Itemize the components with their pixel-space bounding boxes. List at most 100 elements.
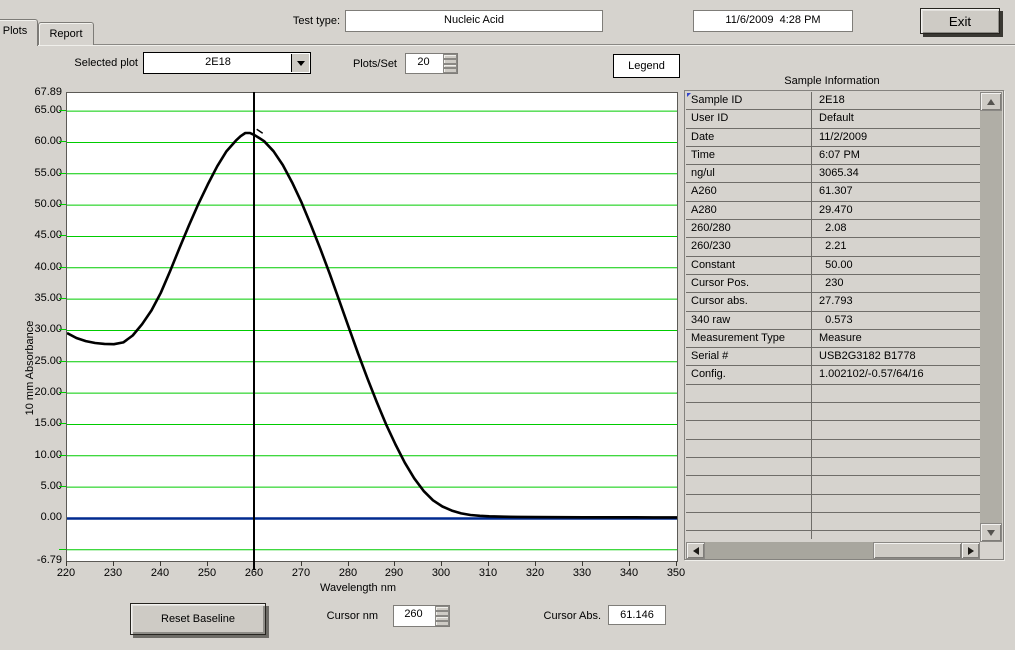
sample-info-value: 6:07 PM xyxy=(819,148,860,161)
tab-plots[interactable]: Plots xyxy=(0,19,38,46)
table-row xyxy=(686,457,980,477)
spectrum-curve xyxy=(66,131,677,519)
sample-info-label: Sample ID xyxy=(686,92,812,110)
y-tick-mark xyxy=(59,110,66,111)
x-tick-mark xyxy=(301,561,302,566)
scroll-up-button[interactable] xyxy=(980,92,1002,111)
spin-down-icon xyxy=(444,67,456,70)
sample-info-value: USB2G3182 B1778 xyxy=(819,350,916,363)
table-row xyxy=(686,476,980,495)
table-row xyxy=(686,384,980,404)
cursor-marker-icon xyxy=(256,128,264,134)
sample-info-label: Date xyxy=(686,128,812,146)
spin-down-button[interactable] xyxy=(435,616,449,626)
spin-down-button[interactable] xyxy=(443,63,457,73)
vertical-scrollbar[interactable] xyxy=(980,92,1002,542)
sample-info-label xyxy=(686,403,812,421)
scroll-right-button[interactable] xyxy=(961,542,980,559)
table-row: Constant 50.00 xyxy=(686,256,980,275)
y-tick-label: 45.00 xyxy=(34,229,62,241)
scroll-up-icon xyxy=(987,98,995,105)
y-tick-mark xyxy=(59,361,66,362)
x-tick-label: 240 xyxy=(150,567,170,579)
legend-button[interactable]: Legend xyxy=(613,54,680,78)
plot-canvas[interactable] xyxy=(66,92,678,562)
dropdown-arrow-button[interactable] xyxy=(291,54,309,72)
selected-plot-value: 2E18 xyxy=(205,56,231,68)
sample-info-rows: Sample ID 2E18 User ID Default Date 11/2/2009… xyxy=(686,92,980,539)
sample-info-value: 3065.34 xyxy=(819,167,859,180)
y-tick-label: 20.00 xyxy=(34,386,62,398)
y-tick-label: 0.00 xyxy=(40,511,62,523)
table-row xyxy=(686,439,980,458)
table-row xyxy=(686,531,980,539)
y-tick-label: 35.00 xyxy=(34,292,62,304)
table-row: Measurement Type Measure xyxy=(686,329,980,349)
x-tick-label: 280 xyxy=(338,567,358,579)
y-tick-mark xyxy=(59,486,66,487)
scroll-left-button[interactable] xyxy=(686,542,705,559)
table-row xyxy=(686,494,980,513)
scroll-down-button[interactable] xyxy=(980,523,1002,542)
table-row: ng/ul 3065.34 xyxy=(686,165,980,184)
selected-plot-label: Selected plot xyxy=(74,57,138,69)
x-tick-label: 340 xyxy=(619,567,639,579)
y-tick-label: -6.79 xyxy=(36,554,62,566)
y-tick-label: 25.00 xyxy=(34,355,62,367)
y-tick-mark xyxy=(59,173,66,174)
y-tick-mark xyxy=(59,141,66,142)
x-tick-label: 330 xyxy=(572,567,592,579)
table-row: Time 6:07 PM xyxy=(686,146,980,166)
horizontal-scrollbar[interactable] xyxy=(686,542,980,559)
sample-info-label xyxy=(686,494,812,512)
scroll-left-icon xyxy=(692,546,699,555)
sample-info-value xyxy=(812,495,980,512)
x-tick-mark xyxy=(582,561,583,566)
table-row xyxy=(686,403,980,422)
table-row xyxy=(686,512,980,532)
sample-info-value: 27.793 xyxy=(819,295,853,308)
y-tick-mark xyxy=(59,423,66,424)
datetime-field: 11/6/2009 4:28 PM xyxy=(693,10,853,32)
reset-baseline-button[interactable]: Reset Baseline xyxy=(130,603,266,635)
tab-plots-label: Plots xyxy=(2,25,28,37)
x-tick-mark xyxy=(207,561,208,566)
y-tick-mark xyxy=(59,455,66,456)
y-tick-label: 30.00 xyxy=(34,323,62,335)
spin-up-button[interactable] xyxy=(435,606,449,616)
horizontal-scroll-thumb[interactable] xyxy=(873,542,962,559)
sample-info-label: User ID xyxy=(686,110,812,128)
tab-report[interactable]: Report xyxy=(38,22,94,45)
y-tick-label: 40.00 xyxy=(34,261,62,273)
x-tick-label: 310 xyxy=(478,567,498,579)
plots-per-set-spinner[interactable]: 20 xyxy=(405,53,458,74)
x-tick-mark xyxy=(66,561,67,566)
selected-plot-dropdown[interactable]: 2E18 xyxy=(143,52,311,74)
x-tick-label: 320 xyxy=(525,567,545,579)
sample-info-label: 260/230 xyxy=(686,238,812,256)
sample-info-value: 2.21 xyxy=(819,240,847,253)
table-row: A280 29.470 xyxy=(686,201,980,221)
table-row xyxy=(686,421,980,440)
y-tick-label: 60.00 xyxy=(34,135,62,147)
sample-info-label xyxy=(686,476,812,494)
spin-up-button[interactable] xyxy=(443,54,457,64)
cursor-line[interactable] xyxy=(252,92,255,570)
cell-selection-icon xyxy=(687,93,691,97)
sample-info-label xyxy=(686,531,812,539)
sample-info-value xyxy=(812,531,980,539)
table-row: Serial # USB2G3182 B1778 xyxy=(686,348,980,367)
sample-info-label xyxy=(686,457,812,476)
sample-info-value xyxy=(812,440,980,457)
y-tick-label: 5.00 xyxy=(40,480,62,492)
test-type-label: Test type: xyxy=(292,15,340,27)
x-tick-mark xyxy=(160,561,161,566)
cursor-nm-spinner[interactable]: 260 xyxy=(393,605,450,627)
sample-info-label: 340 raw xyxy=(686,311,812,329)
sample-info-label xyxy=(686,512,812,531)
x-tick-mark xyxy=(535,561,536,566)
sample-info-label xyxy=(686,421,812,439)
exit-button[interactable]: Exit xyxy=(920,8,1000,34)
y-tick-label: 10.00 xyxy=(34,449,62,461)
spin-down-icon xyxy=(436,620,448,622)
